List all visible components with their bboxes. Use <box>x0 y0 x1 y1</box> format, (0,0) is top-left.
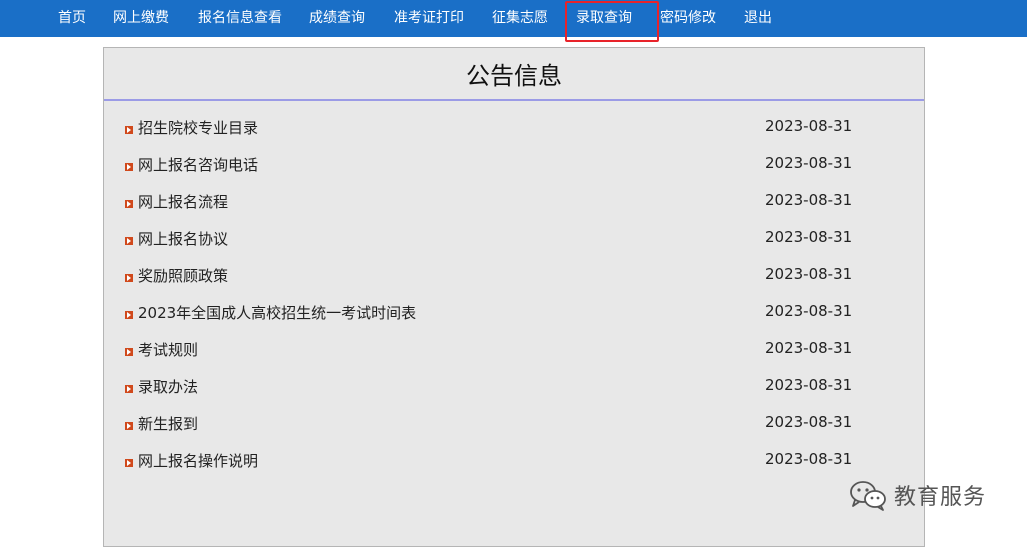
arrow-bullet-icon <box>125 459 133 467</box>
nav-item-admission-ticket-print[interactable]: 准考证打印 <box>394 0 464 37</box>
notice-link[interactable]: 网上报名流程 <box>138 191 228 212</box>
arrow-bullet-icon <box>125 163 133 171</box>
notice-date: 2023-08-31 <box>765 376 853 394</box>
announcement-panel: 公告信息 招生院校专业目录 2023-08-31 网上报名咨询电话 2023-0… <box>103 47 925 547</box>
notice-link[interactable]: 考试规则 <box>138 339 198 360</box>
list-item: 考试规则 2023-08-31 <box>104 333 924 370</box>
nav-item-online-payment[interactable]: 网上缴费 <box>113 0 169 37</box>
watermark-text: 教育服务 <box>894 485 987 510</box>
nav-item-home[interactable]: 首页 <box>58 0 86 37</box>
notice-link[interactable]: 录取办法 <box>138 376 198 397</box>
arrow-bullet-icon <box>125 274 133 282</box>
notice-link[interactable]: 网上报名协议 <box>138 228 228 249</box>
panel-title: 公告信息 <box>104 48 924 101</box>
arrow-bullet-icon <box>125 348 133 356</box>
wechat-icon <box>850 481 886 511</box>
arrow-bullet-icon <box>125 385 133 393</box>
notice-link[interactable]: 网上报名操作说明 <box>138 450 258 471</box>
notice-date: 2023-08-31 <box>765 450 853 468</box>
nav-item-logout[interactable]: 退出 <box>744 0 772 37</box>
nav-item-score-query[interactable]: 成绩查询 <box>309 0 365 37</box>
list-item: 2023年全国成人高校招生统一考试时间表 2023-08-31 <box>104 296 924 333</box>
list-item: 网上报名操作说明 2023-08-31 <box>104 444 924 481</box>
nav-menu: 首页 网上缴费 报名信息查看 成绩查询 准考证打印 征集志愿 录取查询 密码修改… <box>0 0 1027 42</box>
notice-date: 2023-08-31 <box>765 191 853 209</box>
list-item: 网上报名咨询电话 2023-08-31 <box>104 148 924 185</box>
nav-item-registration-info[interactable]: 报名信息查看 <box>198 0 282 37</box>
notice-link[interactable]: 新生报到 <box>138 413 198 434</box>
list-item: 网上报名流程 2023-08-31 <box>104 185 924 222</box>
nav-item-solicit-volunteer[interactable]: 征集志愿 <box>492 0 548 37</box>
notice-date: 2023-08-31 <box>765 339 853 357</box>
notice-link[interactable]: 奖励照顾政策 <box>138 265 228 286</box>
arrow-bullet-icon <box>125 126 133 134</box>
list-item: 网上报名协议 2023-08-31 <box>104 222 924 259</box>
nav-item-admission-query[interactable]: 录取查询 <box>565 0 659 42</box>
notice-link[interactable]: 2023年全国成人高校招生统一考试时间表 <box>138 302 416 323</box>
notice-date: 2023-08-31 <box>765 265 853 283</box>
nav-item-change-password[interactable]: 密码修改 <box>660 0 716 37</box>
notice-date: 2023-08-31 <box>765 302 853 320</box>
arrow-bullet-icon <box>125 237 133 245</box>
arrow-bullet-icon <box>125 311 133 319</box>
list-item: 招生院校专业目录 2023-08-31 <box>104 111 924 148</box>
notice-date: 2023-08-31 <box>765 413 853 431</box>
wechat-watermark: 教育服务 <box>848 478 986 512</box>
list-item: 奖励照顾政策 2023-08-31 <box>104 259 924 296</box>
arrow-bullet-icon <box>125 200 133 208</box>
notice-list: 招生院校专业目录 2023-08-31 网上报名咨询电话 2023-08-31 … <box>104 111 924 481</box>
notice-date: 2023-08-31 <box>765 117 853 135</box>
notice-date: 2023-08-31 <box>765 228 853 246</box>
list-item: 新生报到 2023-08-31 <box>104 407 924 444</box>
list-item: 录取办法 2023-08-31 <box>104 370 924 407</box>
notice-date: 2023-08-31 <box>765 154 853 172</box>
notice-link[interactable]: 招生院校专业目录 <box>138 117 258 138</box>
top-navigation-bar: 首页 网上缴费 报名信息查看 成绩查询 准考证打印 征集志愿 录取查询 密码修改… <box>0 0 1027 42</box>
notice-link[interactable]: 网上报名咨询电话 <box>138 154 258 175</box>
arrow-bullet-icon <box>125 422 133 430</box>
